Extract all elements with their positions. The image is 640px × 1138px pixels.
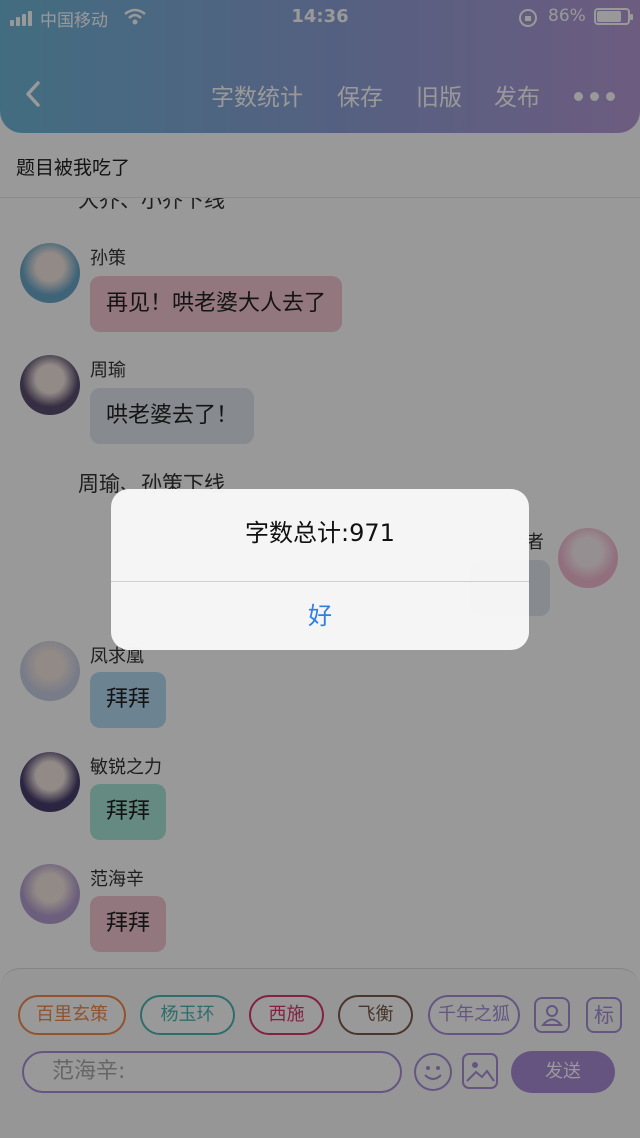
alert-title: 字数总计:971 <box>245 519 395 547</box>
ok-button[interactable]: 好 <box>111 582 529 650</box>
word-count-alert: 字数总计:971 好 <box>111 489 529 650</box>
